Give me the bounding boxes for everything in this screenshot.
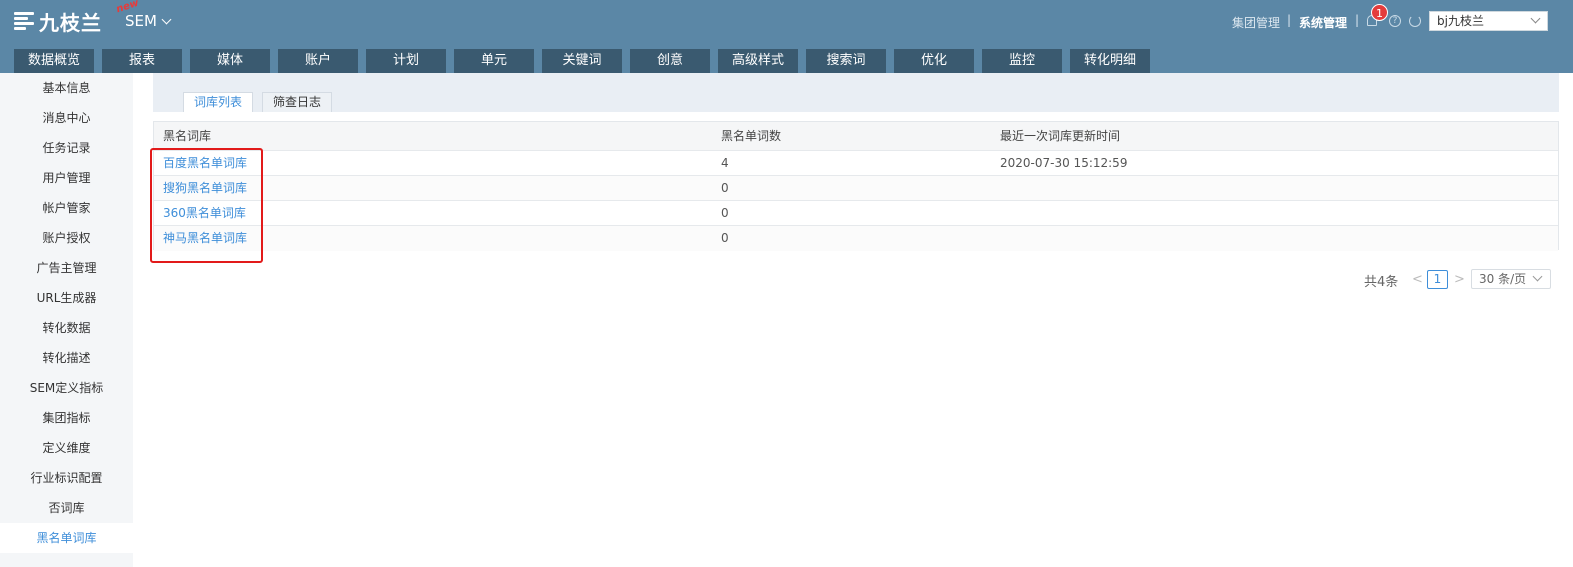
divider: | (1287, 13, 1292, 27)
table-row: 神马黑名单词库 0 (154, 226, 1558, 251)
sidebar: 基本信息 消息中心 任务记录 用户管理 帐户管家 账户授权 广告主管理 URL生… (0, 73, 133, 567)
last-updated: 2020-07-30 15:12:59 (1000, 156, 1128, 170)
nav-tab-conversion-details[interactable]: 转化明细 (1070, 49, 1150, 73)
tab-library-list[interactable]: 词库列表 (183, 92, 253, 112)
top-header: 九枝兰 new SEM 集团管理 | 系统管理 | 1 ? bj九枝兰 数据概览… (0, 0, 1573, 73)
nav-tab-optimize[interactable]: 优化 (894, 49, 974, 73)
refresh-icon[interactable] (1409, 15, 1421, 27)
nav-tab-overview[interactable]: 数据概览 (14, 49, 94, 73)
sidebar-item-advertiser-management[interactable]: 广告主管理 (0, 253, 133, 283)
sidebar-item-sem-metrics[interactable]: SEM定义指标 (0, 373, 133, 403)
sidebar-item-industry-tags[interactable]: 行业标识配置 (0, 463, 133, 493)
tab-screening-log[interactable]: 筛查日志 (262, 92, 332, 112)
nav-tab-plans[interactable]: 计划 (366, 49, 446, 73)
account-name: bj九枝兰 (1437, 14, 1484, 28)
chevron-down-icon (161, 14, 172, 24)
product-switcher[interactable]: SEM (125, 12, 172, 30)
main-nav: 数据概览 报表 媒体 账户 计划 单元 关键词 创意 高级样式 搜索词 优化 监… (14, 49, 1158, 73)
sidebar-item-url-generator[interactable]: URL生成器 (0, 283, 133, 313)
sidebar-item-task-log[interactable]: 任务记录 (0, 133, 133, 163)
nav-tab-advanced-styles[interactable]: 高级样式 (718, 49, 798, 73)
nav-tab-reports[interactable]: 报表 (102, 49, 182, 73)
sidebar-item-negative-keywords[interactable]: 否词库 (0, 493, 133, 523)
sidebar-item-blacklist[interactable]: 黑名单词库 (0, 523, 133, 553)
table-row: 百度黑名单词库 4 2020-07-30 15:12:59 (154, 151, 1558, 176)
word-count: 0 (721, 231, 729, 245)
sidebar-item-account-auth[interactable]: 账户授权 (0, 223, 133, 253)
product-label: SEM (125, 12, 157, 30)
chevron-down-icon (1532, 271, 1543, 282)
logo-mark-icon (14, 11, 36, 31)
chevron-down-icon (1530, 13, 1541, 24)
word-count: 4 (721, 156, 729, 170)
nav-tab-media[interactable]: 媒体 (190, 49, 270, 73)
column-header-last-updated: 最近一次词库更新时间 (1000, 129, 1121, 143)
highlight-annotation (150, 148, 263, 263)
table-row: 360黑名单词库 0 (154, 201, 1558, 226)
table-header: 黑名词库 黑名单词数 最近一次词库更新时间 (154, 122, 1558, 151)
brand-logo[interactable]: 九枝兰 (14, 9, 102, 35)
sidebar-item-user-management[interactable]: 用户管理 (0, 163, 133, 193)
page-size-value: 30 条/页 (1479, 272, 1527, 286)
sidebar-item-group-metrics[interactable]: 集团指标 (0, 403, 133, 433)
divider: | (1355, 13, 1360, 27)
account-select[interactable]: bj九枝兰 (1429, 11, 1548, 31)
column-header-library: 黑名词库 (163, 129, 212, 143)
word-count: 0 (721, 206, 729, 220)
chevron-left-icon[interactable]: < (1412, 272, 1423, 287)
nav-tab-units[interactable]: 单元 (454, 49, 534, 73)
notification-badge: 1 (1371, 4, 1388, 21)
subtab-bar: 词库列表 筛查日志 (153, 73, 1559, 112)
sidebar-item-custom-dimensions[interactable]: 定义维度 (0, 433, 133, 463)
group-management-link[interactable]: 集团管理 (1232, 14, 1280, 31)
sidebar-item-conversion-data[interactable]: 转化数据 (0, 313, 133, 343)
nav-tab-search-terms[interactable]: 搜索词 (806, 49, 886, 73)
system-management-link[interactable]: 系统管理 (1299, 14, 1347, 31)
nav-tab-keywords[interactable]: 关键词 (542, 49, 622, 73)
sidebar-item-account-manager[interactable]: 帐户管家 (0, 193, 133, 223)
logo-text: 九枝兰 (39, 10, 102, 35)
sidebar-item-conversion-description[interactable]: 转化描述 (0, 343, 133, 373)
chevron-right-icon[interactable]: > (1454, 272, 1465, 287)
column-header-word-count: 黑名单词数 (721, 129, 782, 143)
total-count: 共4条 (1364, 275, 1399, 290)
sidebar-item-message-center[interactable]: 消息中心 (0, 103, 133, 133)
page-button-1[interactable]: 1 (1427, 270, 1448, 289)
nav-tab-accounts[interactable]: 账户 (278, 49, 358, 73)
help-icon[interactable]: ? (1389, 15, 1401, 27)
nav-tab-creatives[interactable]: 创意 (630, 49, 710, 73)
nav-tab-monitor[interactable]: 监控 (982, 49, 1062, 73)
sidebar-item-basic-info[interactable]: 基本信息 (0, 73, 133, 103)
table-row: 搜狗黑名单词库 0 (154, 176, 1558, 201)
page-size-select[interactable]: 30 条/页 (1471, 269, 1551, 289)
blacklist-table: 黑名词库 黑名单词数 最近一次词库更新时间 百度黑名单词库 4 2020-07-… (153, 121, 1559, 251)
word-count: 0 (721, 181, 729, 195)
